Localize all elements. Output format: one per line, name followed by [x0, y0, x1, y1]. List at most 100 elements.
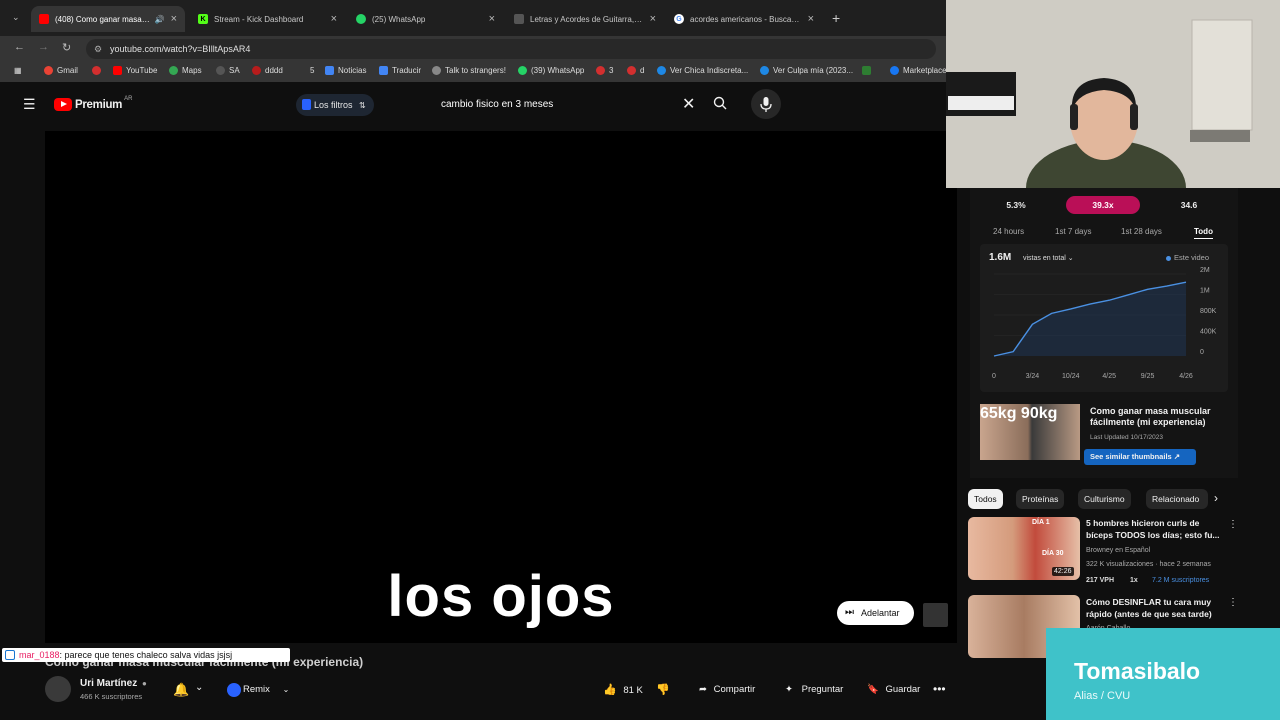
more-vert-icon[interactable]: ⋮ [1228, 597, 1238, 608]
close-icon[interactable]: × [331, 13, 337, 25]
card-thumbnail[interactable]: 65kg 90kg [980, 404, 1080, 460]
vidiq-icon [302, 99, 311, 110]
list-item[interactable]: DÍA 1 DÍA 30 42:26 5 hombres hicieron cu… [968, 517, 1238, 584]
bookmark-gmail[interactable]: Gmail [44, 66, 78, 75]
tab-acordes[interactable]: Letras y Acordes de Guitarra, P... × [506, 6, 664, 32]
search-icon[interactable] [713, 96, 727, 113]
save-button[interactable]: 🔖 Guardar [863, 678, 923, 702]
channel-name[interactable]: Uri Martínez [80, 678, 137, 689]
tab-whatsapp[interactable]: (25) WhatsApp × [348, 6, 503, 32]
microphone-icon[interactable] [751, 89, 781, 119]
youtube-header: ☰ Premium AR Los filtros ⇅ cambio fisico… [0, 82, 946, 128]
channel-action-bar: Uri Martínez ● 466 K suscriptores 🔔 ⌄ Re… [45, 676, 957, 704]
x-tick-label: 9/25 [1141, 373, 1155, 380]
skip-button[interactable]: ⏭ Adelantar [837, 601, 914, 625]
period-28d[interactable]: 1st 28 days [1121, 227, 1162, 236]
bookmark-talk-to-strangers[interactable]: Talk to strangers! [432, 66, 506, 75]
share-button[interactable]: ➦ Compartir [693, 678, 763, 702]
bookmark-youtube[interactable]: YouTube [113, 66, 157, 75]
external-link-icon: ↗ [1173, 452, 1181, 461]
reload-icon[interactable]: ↻ [62, 41, 71, 54]
video-caption: los ojos [387, 564, 615, 629]
bookmark-5[interactable]: 5 [310, 66, 314, 75]
bookmark-noticias[interactable]: Noticias [325, 66, 366, 75]
bookmark-culpa[interactable]: Ver Culpa mía (2023... [760, 66, 853, 75]
tab-title: Stream - Kick Dashboard [214, 14, 304, 24]
x-tick-label: 3/24 [1026, 373, 1040, 380]
donation-name: Tomasibalo [1074, 658, 1201, 684]
x-tick-label: 0 [992, 373, 996, 380]
chip-relacionado[interactable]: Relacionado [1146, 489, 1208, 509]
card-updated: Last Updated 10/17/2023 [1090, 434, 1164, 441]
stat-engagement: 5.3% [1006, 200, 1026, 210]
chat-username: mar_0188 [19, 650, 60, 660]
bookmark-d[interactable]: d [627, 66, 644, 75]
like-button[interactable]: 👍 81 K 👎 [593, 678, 677, 702]
tab-search-icon[interactable]: ⌄ [12, 12, 20, 23]
tab-google[interactable]: G acordes americanos - Buscar co... × [666, 6, 822, 32]
bookmark-traducir[interactable]: Traducir [379, 66, 421, 75]
avatar[interactable] [45, 676, 71, 702]
bookmark-maps[interactable]: Maps [169, 66, 202, 75]
video-title: 5 hombres hicieron curls de bíceps TODOS… [1086, 518, 1220, 540]
more-vert-icon[interactable]: ⋮ [1228, 519, 1238, 530]
chip-todos[interactable]: Todos [968, 489, 1003, 509]
bookmark-marketplace[interactable]: Marketplace [890, 66, 946, 75]
kick-chat-icon [5, 650, 15, 660]
bookmark-chica[interactable]: Ver Chica Indiscreta... [657, 66, 748, 75]
back-icon[interactable]: ← [14, 41, 25, 53]
youtube-favicon-icon [39, 14, 49, 24]
close-icon[interactable]: × [650, 13, 656, 25]
tab-kick[interactable]: K Stream - Kick Dashboard × [190, 6, 345, 32]
period-7d[interactable]: 1st 7 days [1055, 227, 1091, 236]
tab-title: Letras y Acordes de Guitarra, P... [530, 14, 644, 24]
forward-icon[interactable]: → [38, 41, 49, 53]
thumbs-down-icon[interactable]: 👎 [656, 678, 670, 702]
close-icon[interactable]: × [489, 13, 495, 25]
chevron-right-icon[interactable]: › [1214, 491, 1218, 505]
y-tick-label: 400K [1200, 329, 1217, 336]
video-thumbnail[interactable]: DÍA 1 DÍA 30 42:26 [968, 517, 1080, 580]
bookmark-dddd[interactable]: dddd [252, 66, 283, 75]
apps-icon[interactable]: ▦ [14, 66, 22, 75]
sparkle-icon: ✦ [785, 684, 793, 695]
site-info-icon[interactable]: ⚙ [94, 39, 102, 59]
logo-text: Premium [75, 98, 123, 111]
period-all[interactable]: Todo [1194, 227, 1213, 239]
chip-proteinas[interactable]: Proteínas [1016, 489, 1065, 509]
bookmark-sa[interactable]: SA [216, 66, 240, 75]
chat-message: mar_0188: parece que tenes chaleco salva… [2, 648, 290, 662]
speaker-icon[interactable]: 🔊 [155, 15, 165, 24]
chip-culturismo[interactable]: Culturismo [1078, 489, 1131, 509]
stat-multiplier: 39.3x [1066, 196, 1140, 214]
youtube-play-icon [54, 98, 72, 111]
youtube-logo[interactable]: Premium AR [54, 96, 132, 111]
x-tick-label: 4/26 [1179, 373, 1193, 380]
donation-overlay: Tomasibalo Alias / CVU [1046, 628, 1280, 720]
bookmark-extension[interactable] [862, 66, 875, 75]
tab-youtube[interactable]: (408) Como ganar masa mu... 🔊 × [31, 6, 185, 32]
search-input[interactable]: cambio fisico en 3 meses [430, 92, 706, 118]
chevron-down-icon[interactable]: ⌄ [195, 682, 203, 693]
thumbnail-text: 65kg 90kg [980, 405, 1058, 422]
thumbs-up-icon: 👍 [603, 684, 617, 696]
more-icon[interactable]: ••• [933, 682, 946, 696]
browser-tab-strip: ⌄ (408) Como ganar masa mu... 🔊 × K Stre… [0, 0, 946, 36]
similar-thumbnails-button[interactable]: See similar thumbnails ↗ [1084, 449, 1196, 465]
new-tab-button[interactable]: + [832, 10, 840, 26]
bell-icon[interactable]: 🔔 [173, 682, 189, 698]
clear-search-icon[interactable]: ✕ [682, 94, 695, 114]
close-icon[interactable]: × [808, 13, 814, 25]
remix-button[interactable]: Remix ⌄ [221, 678, 293, 702]
bookmark-3[interactable]: 3 [596, 66, 613, 75]
y-tick-label: 800K [1200, 308, 1217, 315]
vidiq-filters-button[interactable]: Los filtros ⇅ [296, 94, 374, 116]
period-24h[interactable]: 24 hours [993, 227, 1024, 236]
ask-button[interactable]: ✦ Preguntar [779, 678, 849, 702]
bookmark-whatsapp[interactable]: (39) WhatsApp [518, 66, 584, 75]
url-field[interactable]: ⚙ youtube.com/watch?v=BIlltApsAR4 [86, 39, 936, 59]
video-player[interactable]: los ojos ⏭ Adelantar [45, 131, 957, 643]
bookmark-record[interactable] [92, 66, 105, 75]
close-icon[interactable]: × [171, 13, 177, 25]
menu-icon[interactable]: ☰ [23, 96, 36, 113]
